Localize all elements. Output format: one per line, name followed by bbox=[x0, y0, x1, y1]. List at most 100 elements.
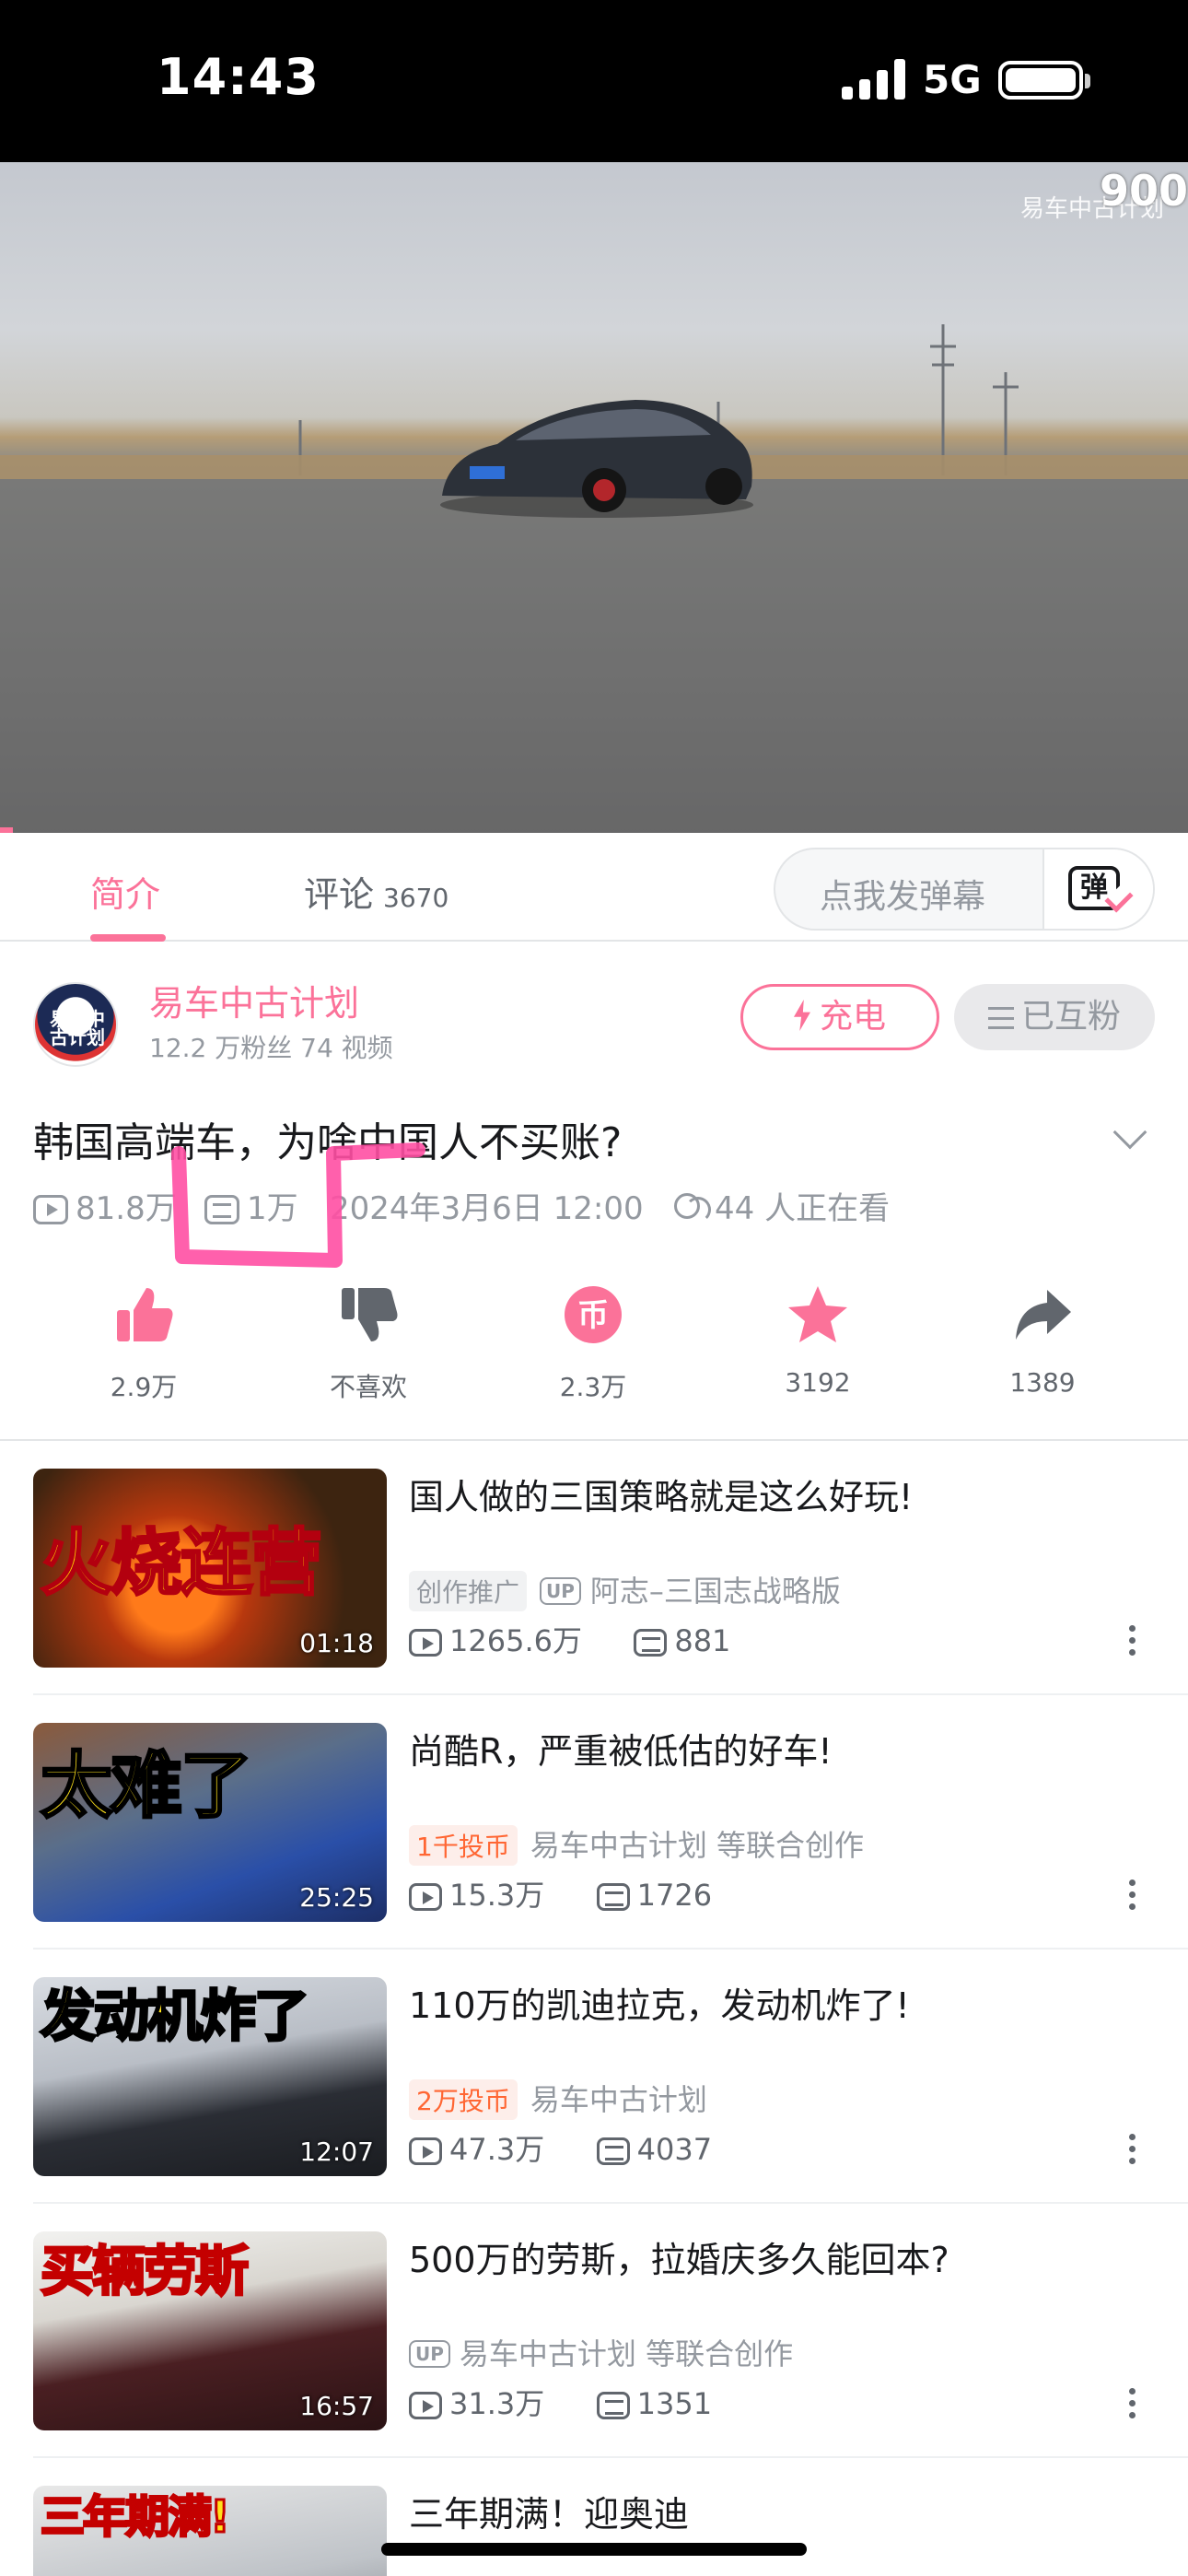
list-item-source: 1千投币 易车中古计划 等联合创作 bbox=[409, 1822, 864, 1866]
list-item[interactable]: 太难了 25:25 尚酷R，严重被低估的好车! 1千投币 易车中古计划 等联合创作… bbox=[0, 1723, 1188, 1977]
coin-badge: 1千投币 bbox=[409, 1825, 518, 1866]
thumbs-up-icon bbox=[117, 1288, 173, 1341]
share-icon bbox=[1016, 1290, 1071, 1340]
thumbnail-text: 三年期满! bbox=[40, 2490, 232, 2545]
danmaku-count-value: 1万 bbox=[247, 1190, 298, 1227]
list-item[interactable]: 火烧连营 01:18 国人做的三国策略就是这么好玩! 创作推广 UP 阿志–三国志战… bbox=[0, 1469, 1188, 1723]
thumbnail-text: 太难了 bbox=[39, 1744, 253, 1830]
video-thumbnail[interactable]: 三年期满! bbox=[33, 2486, 387, 2576]
car-shape bbox=[440, 400, 753, 518]
list-item-stats: 47.3万 4037 bbox=[409, 2126, 712, 2169]
danmaku-count: 4037 bbox=[636, 2132, 713, 2167]
list-item[interactable]: 三年期满! 三年期满！迎奥迪 bbox=[0, 2486, 1188, 2576]
view-count: 1265.6万 bbox=[449, 1623, 582, 1658]
danmaku-placeholder: 点我发弹幕 bbox=[820, 878, 986, 916]
watching-count-value: 44 人正在看 bbox=[715, 1190, 891, 1227]
charge-button[interactable]: 充电 bbox=[740, 984, 939, 1050]
thumbnail-text: 发动机炸了 bbox=[40, 1984, 311, 2051]
coin-icon: 币 bbox=[565, 1286, 622, 1343]
danmaku-count-icon bbox=[596, 1883, 630, 1911]
chevron-down-icon[interactable] bbox=[1112, 1115, 1147, 1150]
list-item-stats: 15.3万 1726 bbox=[409, 1872, 712, 1914]
lightning-icon bbox=[793, 1000, 810, 1031]
tab-comments-label: 评论 bbox=[304, 874, 375, 915]
signal-icon bbox=[842, 59, 905, 100]
more-options-icon[interactable] bbox=[1129, 1879, 1136, 1916]
duration: 16:57 bbox=[299, 2391, 374, 2421]
charge-label: 充电 bbox=[819, 998, 886, 1036]
author-name: 易车中古计划 bbox=[530, 2082, 707, 2117]
svg-text:币: 币 bbox=[577, 1297, 609, 1334]
menu-lines-icon bbox=[987, 1007, 1014, 1029]
uploader-name[interactable]: 易车中古计划 bbox=[149, 975, 359, 1025]
play-count-icon bbox=[409, 1629, 442, 1657]
tab-intro[interactable]: 简介 bbox=[90, 866, 160, 917]
up-badge-icon: UP bbox=[540, 1577, 581, 1605]
publish-date: 2024年3月6日 12:00 bbox=[330, 1190, 644, 1227]
uploader-stats: 12.2 万粉丝 74 视频 bbox=[149, 1033, 393, 1063]
more-options-icon[interactable] bbox=[1129, 2388, 1136, 2425]
avatar[interactable]: 易车中古计划 bbox=[33, 982, 118, 1067]
video-frame bbox=[0, 324, 1188, 833]
list-item-stats: 1265.6万 881 bbox=[409, 1618, 730, 1660]
status-bar: 14:43 5G bbox=[0, 0, 1188, 162]
duration: 12:07 bbox=[299, 2137, 374, 2167]
favorite-count: 3192 bbox=[785, 1367, 851, 1398]
view-count: 15.3万 bbox=[449, 1878, 545, 1913]
coin-button[interactable]: 币 2.3万 bbox=[510, 1282, 676, 1404]
danmaku-toggle-button[interactable]: 弹 bbox=[1042, 849, 1153, 929]
list-divider bbox=[33, 2456, 1188, 2458]
list-item-source: 创作推广 UP 阿志–三国志战略版 bbox=[409, 1568, 841, 1611]
list-divider bbox=[33, 2202, 1188, 2204]
list-item-title[interactable]: 三年期满！迎奥迪 bbox=[409, 2486, 689, 2536]
home-indicator[interactable] bbox=[381, 2543, 807, 2556]
battery-icon bbox=[998, 61, 1083, 100]
thumbs-down-icon bbox=[342, 1288, 398, 1341]
video-title: 韩国高端车，为啥中国人不买账? bbox=[33, 1119, 623, 1166]
more-options-icon[interactable] bbox=[1129, 1625, 1136, 1662]
video-overlay-count: 900 bbox=[1099, 166, 1188, 216]
network-type: 5G bbox=[923, 57, 982, 102]
favorite-button[interactable]: 3192 bbox=[735, 1282, 901, 1398]
list-item[interactable]: 发动机炸了 12:07 110万的凯迪拉克，发动机炸了! 2万投币 易车中古计划 … bbox=[0, 1977, 1188, 2231]
duration: 25:25 bbox=[299, 1882, 374, 1913]
thumbnail-text: 买辆劳斯 bbox=[39, 2239, 250, 2304]
list-item-title[interactable]: 尚酷R，严重被低估的好车! bbox=[409, 1723, 833, 1774]
tab-comments[interactable]: 评论 3670 bbox=[304, 866, 448, 917]
danmaku-count: 1万 bbox=[204, 1188, 298, 1229]
list-divider bbox=[33, 1693, 1188, 1695]
play-count-icon bbox=[33, 1195, 68, 1224]
video-thumbnail[interactable]: 火烧连营 01:18 bbox=[33, 1469, 387, 1668]
danmaku-input[interactable]: 点我发弹幕 弹 bbox=[774, 848, 1155, 931]
video-player[interactable]: 易车中古计划 900 bbox=[0, 162, 1188, 833]
video-thumbnail[interactable]: 发动机炸了 12:07 bbox=[33, 1977, 387, 2176]
danmaku-count-icon bbox=[596, 2137, 630, 2165]
list-item-source: 2万投币 易车中古计划 bbox=[409, 2077, 707, 2120]
list-item-title[interactable]: 110万的凯迪拉克，发动机炸了! bbox=[409, 1977, 910, 2028]
status-time: 14:43 bbox=[157, 48, 320, 106]
dislike-label: 不喜欢 bbox=[329, 1372, 407, 1402]
danmaku-count: 1726 bbox=[636, 1878, 713, 1913]
play-count-icon bbox=[409, 2392, 442, 2419]
danmaku-count-icon bbox=[634, 1629, 668, 1657]
watching-icon bbox=[672, 1191, 711, 1224]
video-thumbnail[interactable]: 买辆劳斯 16:57 bbox=[33, 2231, 387, 2430]
follow-label: 已互粉 bbox=[1020, 998, 1121, 1036]
like-count: 2.9万 bbox=[110, 1372, 178, 1402]
author-name: 易车中古计划 等联合创作 bbox=[459, 2336, 794, 2371]
danmaku-count-icon bbox=[596, 2392, 630, 2419]
like-button[interactable]: 2.9万 bbox=[61, 1282, 227, 1404]
danmaku-count: 1351 bbox=[636, 2386, 713, 2421]
follow-button[interactable]: 已互粉 bbox=[954, 984, 1155, 1050]
play-count-icon bbox=[409, 1883, 442, 1911]
view-count-value: 81.8万 bbox=[76, 1190, 177, 1227]
more-options-icon[interactable] bbox=[1129, 2134, 1136, 2171]
list-item[interactable]: 买辆劳斯 16:57 500万的劳斯，拉婚庆多久能回本? UP 易车中古计划 等联… bbox=[0, 2231, 1188, 2486]
dislike-button[interactable]: 不喜欢 bbox=[285, 1282, 451, 1404]
list-item-title[interactable]: 国人做的三国策略就是这么好玩! bbox=[409, 1469, 913, 1519]
list-item-stats: 31.3万 1351 bbox=[409, 2381, 712, 2423]
share-button[interactable]: 1389 bbox=[960, 1282, 1125, 1398]
author-name: 易车中古计划 等联合创作 bbox=[530, 1828, 865, 1863]
video-thumbnail[interactable]: 太难了 25:25 bbox=[33, 1723, 387, 1922]
list-item-title[interactable]: 500万的劳斯，拉婚庆多久能回本? bbox=[409, 2231, 949, 2282]
